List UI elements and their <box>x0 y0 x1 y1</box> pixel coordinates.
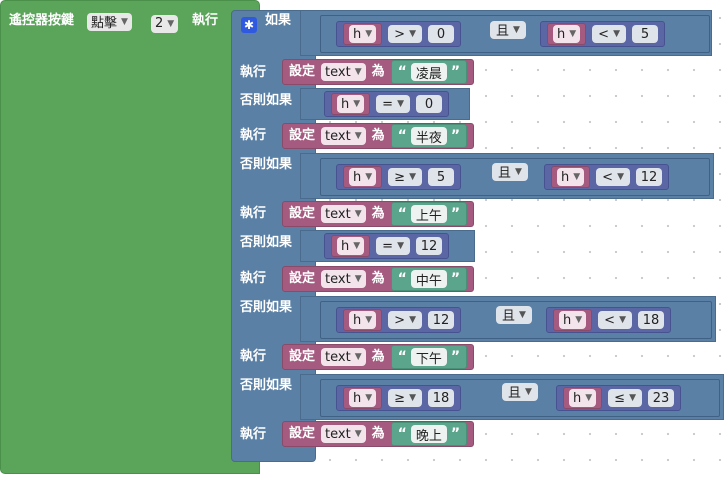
var-h[interactable]: h ▼ <box>343 309 383 331</box>
compare-block-4[interactable]: h ▼ = ▼ 12 <box>324 233 449 259</box>
gear-icon: ✱ <box>241 17 257 33</box>
variable-dropdown[interactable]: text ▼ <box>321 348 366 366</box>
action-dropdown[interactable]: 點擊 ▼ <box>87 12 132 31</box>
number-field[interactable]: 0 <box>428 25 454 43</box>
op-dropdown[interactable]: < ▼ <box>596 168 630 186</box>
action-value: 點擊 <box>91 16 118 31</box>
text-field[interactable]: 上午 <box>410 205 447 224</box>
compare-block-6a[interactable]: h ▼ ≥ ▼ 18 <box>336 385 461 411</box>
var-h[interactable]: h ▼ <box>563 387 603 409</box>
if-label: 如果 <box>265 13 292 28</box>
var-h[interactable]: h ▼ <box>343 23 383 45</box>
var-h[interactable]: h ▼ <box>331 93 371 115</box>
text-string-block[interactable]: “ 凌晨 ” <box>390 60 468 84</box>
compare-block-1a[interactable]: h ▼ > ▼ 0 <box>336 21 461 47</box>
number-field[interactable]: 12 <box>416 237 442 255</box>
variable-dropdown[interactable]: text ▼ <box>321 205 366 223</box>
and-dropdown[interactable]: 且 ▼ <box>490 20 526 39</box>
var-h[interactable]: h ▼ <box>553 309 593 331</box>
do-label: 執行 <box>240 65 267 80</box>
and-dropdown[interactable]: 且 ▼ <box>492 162 528 181</box>
set-variable-block[interactable]: 設定 text ▼ 為 “ 中午 ” <box>282 266 475 292</box>
op-dropdown[interactable]: > ▼ <box>388 311 422 329</box>
compare-block-2[interactable]: h ▼ = ▼ 0 <box>324 91 449 117</box>
event-label: 遙控器按鍵 <box>9 13 75 28</box>
op-dropdown[interactable]: < ▼ <box>598 311 632 329</box>
op-dropdown[interactable]: ≤ ▼ <box>608 389 642 407</box>
remote-key-event-block[interactable] <box>0 0 260 474</box>
number-field[interactable]: 23 <box>648 389 674 407</box>
text-field[interactable]: 晚上 <box>410 425 447 444</box>
number-field[interactable]: 5 <box>632 25 658 43</box>
elseif-label: 否則如果 <box>240 93 293 108</box>
set-variable-block[interactable]: 設定 text ▼ 為 “ 上午 ” <box>282 201 475 227</box>
and-dropdown[interactable]: 且 ▼ <box>496 305 532 324</box>
if-settings-button[interactable]: ✱ <box>241 14 257 33</box>
text-field[interactable]: 半夜 <box>410 127 447 146</box>
var-h[interactable]: h ▼ <box>551 166 591 188</box>
compare-block-5a[interactable]: h ▼ > ▼ 12 <box>336 307 461 333</box>
text-string-block[interactable]: “ 半夜 ” <box>390 124 468 148</box>
var-h[interactable]: h ▼ <box>343 387 383 409</box>
do-label: 執行 <box>240 349 267 364</box>
elseif-label: 否則如果 <box>240 157 293 172</box>
do-label: 執行 <box>240 128 267 143</box>
set-variable-block[interactable]: 設定 text ▼ 為 “ 晚上 ” <box>282 421 475 447</box>
and-dropdown[interactable]: 且 ▼ <box>502 382 538 401</box>
key-value: 2 <box>155 16 164 31</box>
set-variable-block[interactable]: 設定 text ▼ 為 “ 下午 ” <box>282 344 475 370</box>
op-dropdown[interactable]: < ▼ <box>592 25 626 43</box>
compare-block-5b[interactable]: h ▼ < ▼ 18 <box>546 307 671 333</box>
set-variable-block[interactable]: 設定 text ▼ 為 “ 半夜 ” <box>282 123 475 149</box>
elseif-label: 否則如果 <box>240 235 293 250</box>
text-field[interactable]: 下午 <box>410 348 447 367</box>
set-variable-block[interactable]: 設定 text ▼ 為 “ 凌晨 ” <box>282 59 475 85</box>
text-field[interactable]: 中午 <box>410 270 447 289</box>
variable-dropdown[interactable]: text ▼ <box>321 63 366 81</box>
text-field[interactable]: 凌晨 <box>410 63 447 82</box>
op-dropdown[interactable]: > ▼ <box>388 25 422 43</box>
number-field[interactable]: 18 <box>428 389 454 407</box>
text-string-block[interactable]: “ 晚上 ” <box>390 422 468 446</box>
op-dropdown[interactable]: ≥ ▼ <box>388 389 422 407</box>
do-label: 執行 <box>240 427 267 442</box>
number-field[interactable]: 12 <box>428 311 454 329</box>
compare-block-3a[interactable]: h ▼ ≥ ▼ 5 <box>336 164 461 190</box>
compare-block-3b[interactable]: h ▼ < ▼ 12 <box>544 164 669 190</box>
variable-dropdown[interactable]: text ▼ <box>321 425 366 443</box>
op-dropdown[interactable]: = ▼ <box>376 237 410 255</box>
text-string-block[interactable]: “ 中午 ” <box>390 267 468 291</box>
elseif-label: 否則如果 <box>240 378 293 393</box>
op-dropdown[interactable]: = ▼ <box>376 95 410 113</box>
variable-dropdown[interactable]: text ▼ <box>321 127 366 145</box>
chevron-down-icon: ▼ <box>121 16 128 27</box>
number-field[interactable]: 18 <box>638 311 664 329</box>
variable-dropdown[interactable]: text ▼ <box>321 270 366 288</box>
op-dropdown[interactable]: ≥ ▼ <box>388 168 422 186</box>
var-h[interactable]: h ▼ <box>331 235 371 257</box>
event-do-label: 執行 <box>192 13 219 28</box>
text-string-block[interactable]: “ 下午 ” <box>390 345 468 369</box>
compare-block-6b[interactable]: h ▼ ≤ ▼ 23 <box>556 385 681 411</box>
number-field[interactable]: 5 <box>428 168 454 186</box>
elseif-label: 否則如果 <box>240 300 293 315</box>
number-field[interactable]: 0 <box>416 95 442 113</box>
compare-block-1b[interactable]: h ▼ < ▼ 5 <box>540 21 665 47</box>
var-h[interactable]: h ▼ <box>343 166 383 188</box>
number-field[interactable]: 12 <box>636 168 662 186</box>
var-h[interactable]: h ▼ <box>547 23 587 45</box>
do-label: 執行 <box>240 271 267 286</box>
do-label: 執行 <box>240 206 267 221</box>
text-string-block[interactable]: “ 上午 ” <box>390 202 468 226</box>
key-dropdown[interactable]: 2 ▼ <box>151 12 179 33</box>
chevron-down-icon: ▼ <box>167 18 175 29</box>
